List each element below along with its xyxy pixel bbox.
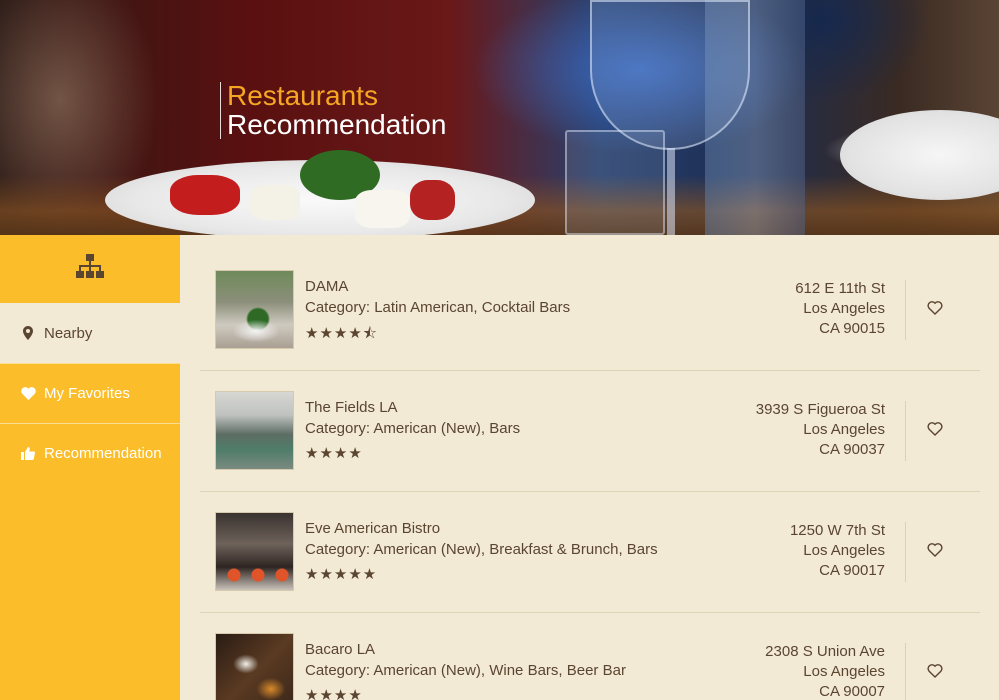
- restaurant-row[interactable]: Eve American Bistro Category: American (…: [200, 492, 980, 613]
- map-marker-icon: [20, 326, 36, 340]
- hero-food: [170, 175, 240, 215]
- restaurant-name[interactable]: Eve American Bistro: [305, 520, 440, 537]
- favorite-heart-icon[interactable]: [927, 543, 943, 559]
- favorite-heart-icon[interactable]: [927, 301, 943, 317]
- sitemap-icon[interactable]: [75, 253, 105, 285]
- hero-title: Restaurants Recommendation: [220, 82, 446, 139]
- restaurant-thumbnail[interactable]: [215, 512, 294, 591]
- hero-food: [355, 190, 410, 228]
- sidebar: Nearby My Favorites Recommendation: [0, 235, 180, 700]
- address-zip: CA 90037: [819, 441, 885, 458]
- address-city: Los Angeles: [803, 542, 885, 559]
- divider: [905, 522, 906, 582]
- sidebar-item-recommendation[interactable]: Recommendation: [0, 423, 180, 483]
- restaurant-address: 1250 W 7th St Los Angeles CA 90017: [790, 521, 885, 581]
- restaurant-row[interactable]: Bacaro LA Category: American (New), Wine…: [200, 613, 980, 700]
- restaurant-name[interactable]: The Fields LA: [305, 399, 398, 416]
- restaurant-address: 612 E 11th St Los Angeles CA 90015: [795, 279, 885, 339]
- restaurant-list: DAMA Category: Latin American, Cocktail …: [200, 250, 980, 700]
- restaurant-row[interactable]: The Fields LA Category: American (New), …: [200, 371, 980, 492]
- hero-food: [410, 180, 455, 220]
- address-city: Los Angeles: [803, 663, 885, 680]
- heart-icon: [20, 387, 36, 400]
- sidebar-item-label: Recommendation: [44, 445, 162, 462]
- hero-wine-glass-stem: [667, 148, 675, 235]
- favorite-heart-icon[interactable]: [927, 664, 943, 680]
- address-street: 1250 W 7th St: [789, 522, 885, 539]
- address-street: 2308 S Union Ave: [765, 643, 885, 660]
- rating-stars: ★★★★: [305, 687, 363, 700]
- restaurant-address: 2308 S Union Ave Los Angeles CA 90007: [765, 642, 885, 700]
- favorite-heart-icon[interactable]: [927, 422, 943, 438]
- thumbs-up-icon: [20, 447, 36, 460]
- restaurant-category: Category: Latin American, Cocktail Bars: [305, 299, 571, 316]
- restaurant-category: Category: American (New), Breakfast & Br…: [305, 541, 658, 558]
- address-street: 3939 S Figueroa St: [755, 401, 885, 418]
- restaurant-category: Category: American (New), Wine Bars, Bee…: [305, 662, 626, 679]
- restaurant-thumbnail[interactable]: [215, 633, 294, 700]
- rating-stars: ★★★★⯪: [305, 325, 378, 342]
- sidebar-item-label: My Favorites: [44, 385, 130, 402]
- restaurant-category: Category: American (New), Bars: [305, 420, 521, 437]
- hero-food: [250, 185, 300, 220]
- address-zip: CA 90015: [819, 320, 885, 337]
- sidebar-header[interactable]: [0, 235, 180, 303]
- sidebar-item-label: Nearby: [44, 324, 93, 342]
- address-city: Los Angeles: [803, 300, 885, 317]
- restaurant-thumbnail[interactable]: [215, 391, 294, 470]
- rating-stars: ★★★★★: [305, 566, 378, 583]
- sidebar-item-favorites[interactable]: My Favorites: [0, 363, 180, 423]
- hero-title-line1: Restaurants: [227, 80, 378, 111]
- hero-banner: Restaurants Recommendation: [0, 0, 999, 235]
- restaurant-thumbnail[interactable]: [215, 270, 294, 349]
- divider: [905, 401, 906, 461]
- restaurant-name[interactable]: DAMA: [305, 278, 348, 295]
- hero-tumbler: [565, 130, 665, 235]
- address-city: Los Angeles: [803, 421, 885, 438]
- restaurant-address: 3939 S Figueroa St Los Angeles CA 90037: [756, 400, 885, 460]
- address-zip: CA 90017: [819, 562, 885, 579]
- hero-title-line2: Recommendation: [227, 109, 447, 140]
- address-street: 612 E 11th St: [795, 280, 885, 297]
- rating-stars: ★★★★: [305, 445, 363, 462]
- divider: [905, 643, 906, 700]
- sidebar-item-nearby[interactable]: Nearby: [0, 303, 180, 363]
- address-zip: CA 90007: [819, 683, 885, 700]
- restaurant-row[interactable]: DAMA Category: Latin American, Cocktail …: [200, 250, 980, 371]
- restaurant-name[interactable]: Bacaro LA: [305, 641, 375, 658]
- divider: [905, 280, 906, 340]
